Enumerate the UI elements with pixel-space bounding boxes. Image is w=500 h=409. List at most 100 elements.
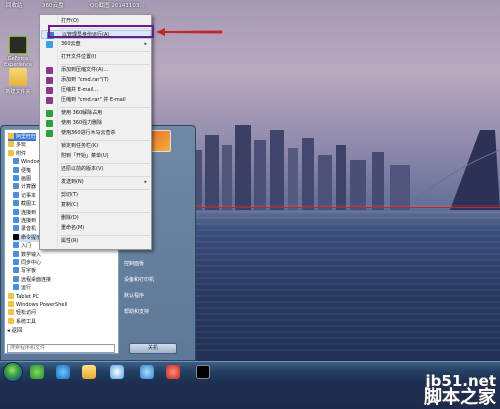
program-item[interactable]: 便笺 — [13, 166, 31, 175]
context-menu-item[interactable]: 复制(C) — [41, 201, 151, 210]
program-item[interactable]: 系统工具 — [8, 317, 36, 326]
context-menu-item[interactable]: 打开文件位置(I) — [41, 53, 151, 62]
site-watermark: jb51.net 脚本之家 — [424, 374, 496, 407]
taskbar-cloud-icon[interactable] — [110, 365, 124, 379]
program-item[interactable]: 记事本 — [13, 191, 36, 200]
app-icon — [13, 175, 19, 181]
desktop-label-360-cloud[interactable]: 360云盘 — [42, 1, 64, 9]
menu-separator — [60, 176, 150, 177]
app-icon — [13, 183, 19, 190]
context-menu-label: 锁定到任务栏(K) — [61, 143, 99, 149]
desktop-label-qq-screenshot[interactable]: QQ截图 20141103... — [90, 1, 145, 9]
app-icon — [13, 275, 19, 282]
app-icon — [13, 158, 19, 165]
app-icon — [13, 284, 19, 291]
geforce-icon — [9, 36, 27, 54]
start-search-input[interactable]: 搜索程序和文件 — [7, 344, 115, 353]
app-icon — [13, 217, 19, 223]
program-item[interactable]: 计算器 — [13, 183, 36, 191]
program-item[interactable]: 数学输入 — [13, 250, 41, 259]
desktop-icon-new-folder[interactable]: 新建文件夹 — [0, 68, 36, 95]
context-menu-item[interactable]: 使用 360解除占用 — [41, 109, 151, 118]
taskbar-360-browser-icon[interactable] — [30, 365, 44, 379]
taskbar-cmd-icon[interactable] — [196, 365, 210, 379]
right-item-control-panel[interactable]: 控制面板 — [124, 260, 144, 267]
context-menu-item[interactable]: 360云盘 ▸ — [41, 40, 151, 49]
taskbar-explorer-icon[interactable] — [82, 365, 96, 379]
program-label: Windows PowerShell — [16, 302, 68, 308]
program-item[interactable]: 截图工 — [13, 200, 36, 208]
city-skyline-image — [190, 125, 500, 210]
program-item[interactable]: 连接到 — [13, 208, 36, 217]
program-item[interactable]: 录音机 — [13, 225, 36, 233]
context-menu-item[interactable]: 使用 360强力删除 — [41, 119, 151, 128]
context-menu-label: 打开(O) — [61, 18, 79, 24]
program-item[interactable]: 画图 — [13, 175, 31, 183]
context-menu-item[interactable]: 压缩到 "cmd.rar" 并 E-mail — [41, 96, 151, 105]
shutdown-button[interactable]: 关机 — [129, 343, 177, 354]
taskbar-ie-icon[interactable] — [56, 365, 70, 379]
folder-icon — [8, 141, 14, 148]
program-item[interactable]: 阿里旺旺 — [8, 133, 37, 141]
watermark-name: 脚本之家 — [424, 387, 496, 408]
app-icon — [13, 259, 19, 265]
program-label: 附件 — [16, 150, 27, 157]
right-item-devices-printers[interactable]: 设备和打印机 — [124, 276, 154, 283]
context-menu-label: 使用360进行木马云查杀 — [61, 130, 116, 136]
program-label: 截图工 — [21, 201, 37, 208]
taskbar-bird-icon[interactable] — [140, 365, 154, 379]
context-menu-label: 复制(C) — [61, 202, 79, 208]
back-button[interactable]: ◂ 返回 — [7, 326, 23, 334]
program-item[interactable]: Tablet PC — [8, 292, 39, 301]
program-label: Tablet PC — [16, 293, 39, 300]
context-menu-item[interactable]: 发送到(N) ▸ — [41, 178, 151, 187]
context-menu-label: 使用 360强力删除 — [61, 120, 103, 126]
program-item[interactable]: 入门 — [13, 242, 31, 250]
program-label: 写字板 — [21, 268, 37, 275]
folder-icon — [8, 317, 14, 324]
program-label: 运行 — [21, 285, 32, 292]
program-item[interactable]: 命令提示 — [13, 233, 42, 242]
program-item[interactable]: 多玩 — [8, 141, 26, 149]
program-item[interactable]: 附件 — [8, 149, 27, 158]
cmd-icon — [13, 233, 19, 240]
right-item-default-programs[interactable]: 默认程序 — [124, 292, 144, 299]
context-menu-item[interactable]: 添加到 "cmd.rar"(T) — [41, 76, 151, 85]
program-label: 命令提示 — [21, 234, 42, 241]
program-label: 入门 — [21, 243, 32, 250]
right-item-help-support[interactable]: 帮助和支持 — [124, 308, 149, 315]
menu-separator — [60, 107, 150, 108]
program-item[interactable]: 写字板 — [13, 267, 36, 275]
submenu-arrow-icon: ▸ — [144, 41, 147, 47]
folder-icon — [8, 309, 14, 316]
context-menu-item[interactable]: 删除(D) — [41, 214, 151, 223]
context-menu-item[interactable]: 属性(R) — [41, 237, 151, 246]
program-item[interactable]: 同步中心 — [13, 259, 41, 267]
desktop-label-recycle-bin[interactable]: 回收站 — [6, 1, 23, 9]
program-label: 同步中心 — [21, 260, 42, 266]
program-item[interactable]: 连接到 — [13, 217, 36, 225]
context-menu-item[interactable]: 剪切(T) — [41, 191, 151, 200]
taskbar-media-icon[interactable] — [166, 365, 180, 379]
program-item[interactable]: 轻松访问 — [8, 309, 36, 317]
context-menu-item[interactable]: 添加到压缩文件(A)... — [41, 66, 151, 75]
program-item[interactable]: 运行 — [13, 284, 31, 292]
app-icon — [13, 225, 19, 232]
folder-icon — [8, 292, 14, 299]
shield-360-icon — [46, 110, 53, 117]
program-item[interactable]: 远程桌面连接 — [13, 275, 51, 284]
program-label: 连接到 — [21, 218, 37, 224]
archive-icon — [46, 87, 53, 94]
context-menu-item[interactable]: 使用360进行木马云查杀 — [41, 129, 151, 138]
context-menu-item[interactable]: 锁定到任务栏(K) — [41, 142, 151, 151]
context-menu-label: 删除(D) — [61, 215, 79, 221]
program-item[interactable]: Windows PowerShell — [8, 301, 67, 309]
desktop-icon-label: 新建文件夹 — [5, 89, 31, 95]
program-label: 多玩 — [16, 142, 27, 149]
context-menu-item[interactable]: 附到「开始」菜单(U) — [41, 152, 151, 161]
start-button[interactable] — [3, 362, 23, 382]
desktop-icon-geforce[interactable]: GeForce Experience — [0, 36, 36, 68]
context-menu-item[interactable]: 压缩并 E-mail... — [41, 86, 151, 95]
context-menu-item[interactable]: 重命名(M) — [41, 224, 151, 233]
context-menu-item[interactable]: 还原以前的版本(V) — [41, 165, 151, 174]
